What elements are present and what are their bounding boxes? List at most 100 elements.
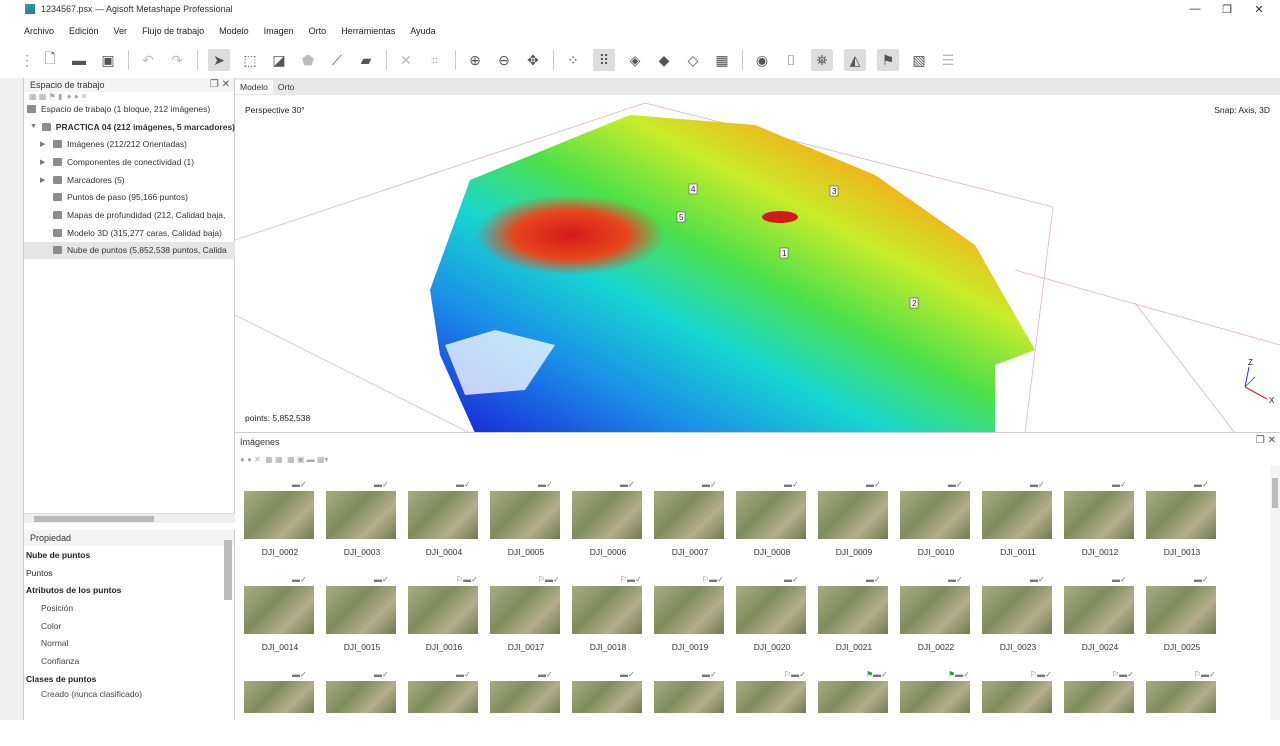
image-thumbnail[interactable]: ▬✓ DJI_0021 (814, 571, 888, 652)
collapse-arrow-icon[interactable]: ▼ (30, 123, 37, 130)
menu-modelo[interactable]: Modelo (219, 26, 249, 36)
image-thumbnail[interactable]: ▬✓ DJI_0024 (1060, 571, 1134, 652)
expand-arrow-icon[interactable]: ▶ (40, 140, 48, 148)
layers-icon[interactable]: ☰ (939, 51, 957, 69)
show-cameras-icon[interactable]: ⛯ (811, 49, 833, 71)
expand-arrow-icon[interactable]: ▶ (40, 158, 48, 166)
image-thumbnail[interactable]: ▬✓ DJI_0011 (978, 476, 1052, 557)
image-thumbnail[interactable]: ▬✓ DJI_0015 (322, 571, 396, 652)
image-thumbnail[interactable]: ▬✓ DJI_0007 (650, 476, 724, 557)
images-vertical-scrollbar[interactable] (1270, 466, 1280, 720)
ruler-icon[interactable]: ▰ (357, 51, 375, 69)
menu-orto[interactable]: Orto (309, 26, 327, 36)
image-thumbnail[interactable]: ▬✓ (322, 666, 396, 746)
properties-scrollbar[interactable] (224, 540, 232, 600)
menu-ver[interactable]: Ver (114, 26, 128, 36)
point-cloud-view-icon[interactable]: ⁘ (564, 51, 582, 69)
delete-selection-icon[interactable]: ✕ (397, 51, 415, 69)
image-thumbnail[interactable]: ⚐▬✓ (978, 666, 1052, 746)
solid-model-icon[interactable]: ◆ (655, 51, 673, 69)
image-thumbnail[interactable]: ▬✓ DJI_0025 (1142, 571, 1216, 652)
tree-item-depth-maps[interactable]: Mapas de profundidad (212, Calidad baja, (24, 206, 235, 224)
tree-item-chunk[interactable]: ▼ PRACTICA 04 (212 imágenes, 5 marcadores… (24, 118, 235, 136)
model-view-icon[interactable]: ◈ (626, 51, 644, 69)
image-thumbnail[interactable]: ⚐▬✓ (1142, 666, 1216, 746)
tree-item-components[interactable]: ▶ Componentes de conectividad (1) (24, 153, 235, 171)
menu-ayuda[interactable]: Ayuda (410, 26, 435, 36)
tree-item-point-cloud[interactable]: Nube de puntos (5,852,538 puntos, Calida (24, 241, 235, 260)
dense-cloud-view-icon[interactable]: ⠿ (593, 49, 615, 71)
minimize-button[interactable]: — (1188, 2, 1202, 16)
tiled-model-icon[interactable]: ▦ (713, 51, 731, 69)
image-thumbnail[interactable]: ▬✓ (486, 666, 560, 746)
camera-icon[interactable]: ⌷ (782, 51, 800, 69)
image-thumbnail[interactable]: ▬✓ DJI_0010 (896, 476, 970, 557)
zoom-in-icon[interactable]: ⊕ (466, 51, 484, 69)
thumbnail-image (1064, 491, 1134, 539)
panel-float-close-icons[interactable]: ❐ ✕ (210, 79, 230, 90)
image-thumbnail[interactable]: ▬✓ DJI_0022 (896, 571, 970, 652)
navigation-pointer-icon[interactable]: ➤ (208, 49, 230, 71)
menu-imagen[interactable]: Imagen (264, 26, 294, 36)
menu-archivo[interactable]: Archivo (24, 26, 54, 36)
image-view-icon[interactable]: ▧ (910, 51, 928, 69)
image-thumbnail[interactable]: ▬✓ DJI_0002 (240, 476, 314, 557)
image-thumbnail[interactable]: ⚑▬✓ (896, 666, 970, 746)
image-thumbnail[interactable]: ▬✓ DJI_0005 (486, 476, 560, 557)
image-thumbnail[interactable]: ▬✓ DJI_0014 (240, 571, 314, 652)
tree-item-tie-points[interactable]: Puntos de paso (95,166 puntos) (24, 188, 235, 206)
thumbnail-image (1064, 586, 1134, 634)
open-project-icon[interactable]: ▬ (70, 51, 88, 69)
draw-polygon-icon[interactable]: ⬟ (299, 51, 317, 69)
image-thumbnail[interactable]: ▬✓ (568, 666, 642, 746)
panel-float-close-icons[interactable]: ❐ ✕ (1256, 435, 1276, 446)
maximize-button[interactable]: ❐ (1220, 2, 1234, 16)
image-thumbnail[interactable]: ▬✓ DJI_0004 (404, 476, 478, 557)
save-project-icon[interactable]: ▣ (99, 51, 117, 69)
menu-flujo-de-trabajo[interactable]: Flujo de trabajo (142, 26, 204, 36)
image-thumbnail[interactable]: ⚐▬✓ (732, 666, 806, 746)
tree-item-markers[interactable]: ▶ Marcadores (5) (24, 171, 235, 189)
redo-icon[interactable]: ↷ (168, 51, 186, 69)
tree-item-workspace[interactable]: Espacio de trabajo (1 bloque, 212 imágen… (24, 100, 235, 118)
undo-icon[interactable]: ↶ (139, 51, 157, 69)
tree-item-3d-model[interactable]: Modelo 3D (315,277 caras, Calidad baja) (24, 224, 235, 242)
image-thumbnail[interactable]: ▬✓ (404, 666, 478, 746)
textured-model-icon[interactable]: ◇ (684, 51, 702, 69)
model-viewport[interactable]: 4 5 3 1 2 Z X Perspective 30° Snap: Axis… (235, 95, 1280, 433)
image-thumbnail[interactable]: ⚐▬✓ (1060, 666, 1134, 746)
menu-edicion[interactable]: Edición (69, 26, 99, 36)
close-button[interactable]: ✕ (1252, 2, 1266, 16)
shape-tool-icon[interactable]: ◪ (270, 51, 288, 69)
image-thumbnail[interactable]: ▬✓ DJI_0008 (732, 476, 806, 557)
image-thumbnail[interactable]: ▬✓ (240, 666, 314, 746)
image-thumbnail[interactable]: ⚑▬✓ (814, 666, 888, 746)
tab-orto[interactable]: Orto (273, 80, 300, 94)
expand-arrow-icon[interactable]: ▶ (40, 176, 48, 184)
workspace-horizontal-scrollbar[interactable] (24, 513, 235, 523)
image-thumbnail[interactable]: ▬✓ DJI_0013 (1142, 476, 1216, 557)
image-thumbnail[interactable]: ▬✓ DJI_0006 (568, 476, 642, 557)
tree-item-images[interactable]: ▶ Imágenes (212/212 Orientadas) (24, 135, 235, 153)
new-project-icon[interactable]: 🗋 (41, 50, 59, 69)
image-thumbnail[interactable]: ⚐▬✓ DJI_0018 (568, 571, 642, 652)
globe-icon[interactable]: ◉ (753, 51, 771, 69)
tab-modelo[interactable]: Modelo (235, 79, 273, 94)
flag-icon[interactable]: ⚑ (877, 49, 899, 71)
image-thumbnail[interactable]: ▬✓ DJI_0012 (1060, 476, 1134, 557)
image-thumbnail[interactable]: ▬✓ (650, 666, 724, 746)
show-markers-icon[interactable]: ◭ (844, 49, 866, 71)
image-thumbnail[interactable]: ▬✓ DJI_0020 (732, 571, 806, 652)
image-thumbnail[interactable]: ⚐▬✓ DJI_0019 (650, 571, 724, 652)
draw-polyline-icon[interactable]: ⟋ (328, 51, 346, 69)
image-thumbnail[interactable]: ▬✓ DJI_0003 (322, 476, 396, 557)
menu-herramientas[interactable]: Herramientas (341, 26, 395, 36)
image-thumbnail[interactable]: ▬✓ DJI_0009 (814, 476, 888, 557)
zoom-out-icon[interactable]: ⊖ (495, 51, 513, 69)
image-thumbnail[interactable]: ⚐▬✓ DJI_0017 (486, 571, 560, 652)
image-thumbnail[interactable]: ⚐▬✓ DJI_0016 (404, 571, 478, 652)
rectangle-selection-icon[interactable]: ⬚ (241, 51, 259, 69)
move-object-icon[interactable]: ✥ (524, 51, 542, 69)
image-thumbnail[interactable]: ▬✓ DJI_0023 (978, 571, 1052, 652)
crop-selection-icon[interactable]: ⌗ (426, 51, 444, 69)
